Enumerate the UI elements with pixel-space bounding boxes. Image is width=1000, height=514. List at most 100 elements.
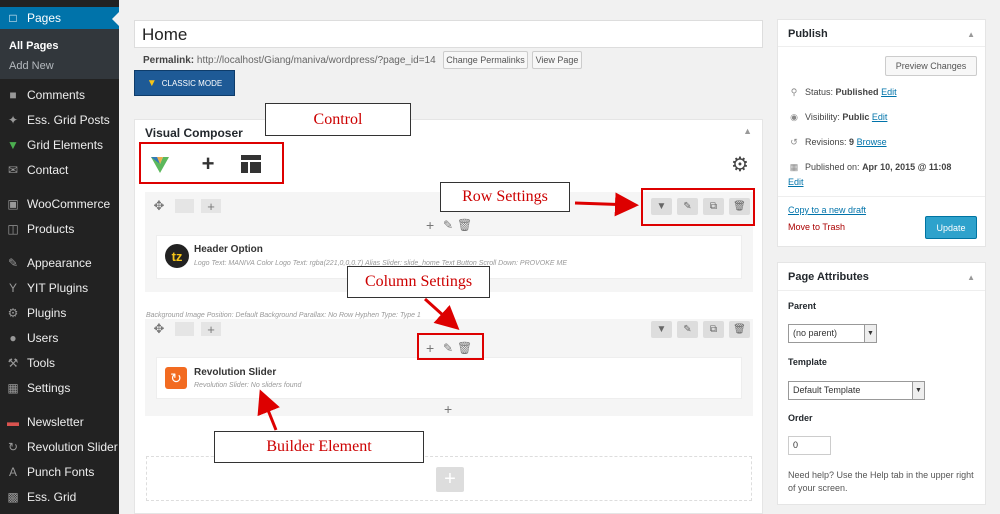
admin-sidebar: □ Pages All Pages Add New ■ Comments ✦ E… bbox=[0, 0, 119, 514]
copy-draft-link[interactable]: Copy to a new draft bbox=[788, 205, 866, 215]
font-icon: A bbox=[8, 465, 17, 479]
calendar-icon: ▦ bbox=[789, 162, 799, 172]
published-on-label: Published on: bbox=[805, 162, 860, 172]
order-input[interactable]: 0 bbox=[788, 436, 831, 455]
order-label: Order bbox=[788, 413, 813, 423]
row-layout-icon[interactable] bbox=[175, 322, 194, 336]
add-row-button[interactable]: + bbox=[436, 467, 464, 492]
divider bbox=[778, 290, 985, 291]
woo-icon: ▣ bbox=[7, 197, 19, 211]
update-button[interactable]: Update bbox=[925, 216, 977, 239]
submenu-add-new[interactable]: Add New bbox=[9, 60, 54, 72]
page-title-input[interactable]: Home bbox=[134, 20, 763, 48]
collapse-arrow-icon[interactable]: ▲ bbox=[743, 126, 752, 136]
visibility-edit-link[interactable]: Edit bbox=[872, 112, 888, 122]
user-icon: ● bbox=[9, 331, 17, 345]
eye-icon: ◉ bbox=[790, 112, 798, 122]
menu-label: Products bbox=[27, 222, 75, 236]
menu-item-comments[interactable]: ■ Comments bbox=[0, 84, 119, 106]
submenu-all-pages[interactable]: All Pages bbox=[9, 40, 59, 52]
vc-logo-icon: ▼ bbox=[146, 77, 157, 89]
menu-item-ess-grid-posts[interactable]: ✦ Ess. Grid Posts bbox=[0, 109, 119, 131]
publish-title: Publish bbox=[788, 28, 828, 40]
row-clone-icon[interactable]: ⧉ bbox=[703, 321, 724, 338]
newsletter-icon: ▬ bbox=[7, 415, 19, 429]
menu-label: Grid Elements bbox=[27, 138, 104, 152]
status-edit-link[interactable]: Edit bbox=[881, 87, 897, 97]
visibility-label: Visibility: bbox=[805, 112, 840, 122]
parent-select[interactable]: (no parent) ▼ bbox=[788, 324, 877, 343]
permalink: Permalink: http://localhost/Giang/maniva… bbox=[143, 55, 436, 66]
menu-item-grid-elements[interactable]: ▼ Grid Elements bbox=[0, 134, 119, 156]
row-toggle-icon[interactable]: ▼ bbox=[651, 321, 672, 338]
view-page-button[interactable]: View Page bbox=[532, 51, 582, 69]
preview-changes-button[interactable]: Preview Changes bbox=[885, 56, 977, 76]
menu-item-punch-fonts[interactable]: A Punch Fonts bbox=[0, 461, 119, 483]
annotation-column-settings: Column Settings bbox=[347, 266, 490, 298]
pin-icon: ⚲ bbox=[790, 87, 798, 97]
row-layout-icon[interactable] bbox=[175, 199, 194, 213]
menu-item-woocommerce[interactable]: ▣ WooCommerce bbox=[0, 193, 119, 215]
yit-icon: Y bbox=[8, 281, 17, 295]
menu-item-users[interactable]: ● Users bbox=[0, 327, 119, 349]
divider bbox=[778, 46, 985, 47]
column-delete-icon[interactable]: 🗑 bbox=[457, 218, 472, 232]
published-on-edit-link[interactable]: Edit bbox=[788, 177, 804, 187]
menu-label: Pages bbox=[27, 11, 62, 25]
permalink-url[interactable]: http://localhost/Giang/maniva/wordpress/… bbox=[197, 55, 436, 66]
chevron-down-icon: ▼ bbox=[864, 325, 876, 342]
cart-icon: ◫ bbox=[7, 222, 19, 236]
column-add-icon[interactable]: + bbox=[426, 217, 434, 233]
settings-icon: ▦ bbox=[7, 381, 19, 395]
browse-link[interactable]: Browse bbox=[857, 137, 887, 147]
visibility-row: ◉ Visibility: Public Edit bbox=[788, 112, 887, 123]
publish-panel: Publish ▲ Preview Changes ⚲ Status: Publi… bbox=[777, 19, 986, 247]
menu-item-contact[interactable]: ✉ Contact bbox=[0, 159, 119, 181]
published-on-edit-row: Edit bbox=[788, 177, 804, 187]
menu-label: Plugins bbox=[27, 306, 67, 320]
row-delete-icon[interactable]: 🗑 bbox=[729, 321, 750, 338]
pages-icon: □ bbox=[9, 11, 17, 25]
menu-item-newsletter[interactable]: ▬ Newsletter bbox=[0, 411, 119, 433]
menu-item-plugins[interactable]: ⚙ Plugins bbox=[0, 302, 119, 324]
vc-logo-icon: ▼ bbox=[7, 138, 19, 152]
menu-item-ess-grid[interactable]: ▩ Ess. Grid bbox=[0, 486, 119, 508]
change-permalinks-button[interactable]: Change Permalinks bbox=[443, 51, 528, 69]
menu-label: Ess. Grid Posts bbox=[27, 113, 110, 127]
menu-item-pages[interactable]: □ Pages bbox=[0, 7, 119, 29]
add-column-icon[interactable]: + bbox=[201, 322, 221, 337]
refresh-icon: ↻ bbox=[7, 440, 19, 454]
menu-item-tools[interactable]: ⚒ Tools bbox=[0, 352, 119, 374]
menu-label: Contact bbox=[27, 163, 69, 177]
add-element-in-column-icon[interactable]: + bbox=[444, 401, 452, 417]
move-icon[interactable]: ✥ bbox=[149, 198, 169, 213]
template-label: Template bbox=[788, 357, 827, 367]
grid-icon: ▩ bbox=[7, 490, 19, 504]
menu-item-revolution-slider[interactable]: ↻ Revolution Slider bbox=[0, 436, 119, 458]
annotation-row-settings: Row Settings bbox=[440, 182, 570, 212]
add-column-icon[interactable]: + bbox=[201, 199, 221, 214]
menu-item-yit-plugins[interactable]: Y YIT Plugins bbox=[0, 277, 119, 299]
menu-item-appearance[interactable]: ✎ Appearance bbox=[0, 252, 119, 274]
status-label: Status: bbox=[805, 87, 834, 97]
move-icon[interactable]: ✥ bbox=[149, 321, 169, 336]
history-icon: ↺ bbox=[790, 137, 798, 147]
move-to-trash-link[interactable]: Move to Trash bbox=[788, 222, 845, 232]
menu-label: Revolution Slider bbox=[27, 440, 118, 454]
row-edit-icon[interactable]: ✎ bbox=[677, 321, 698, 338]
template-select-value: Default Template bbox=[793, 385, 861, 395]
template-select[interactable]: Default Template ▼ bbox=[788, 381, 925, 400]
page-attributes-title: Page Attributes bbox=[788, 271, 869, 283]
collapse-arrow-icon[interactable]: ▲ bbox=[967, 273, 975, 282]
settings-gear-icon[interactable]: ⚙ bbox=[729, 151, 751, 177]
classic-mode-button[interactable]: ▼ CLASSIC MODE bbox=[134, 70, 235, 96]
menu-item-products[interactable]: ◫ Products bbox=[0, 218, 119, 240]
menu-item-settings[interactable]: ▦ Settings bbox=[0, 377, 119, 399]
parent-label: Parent bbox=[788, 301, 817, 311]
menu-label: Newsletter bbox=[27, 415, 84, 429]
visibility-value: Public bbox=[842, 112, 870, 122]
collapse-arrow-icon[interactable]: ▲ bbox=[967, 30, 975, 39]
element-revolution-slider[interactable]: ↻ Revolution Slider Revolution Slider: N… bbox=[156, 357, 742, 399]
column-edit-icon[interactable]: ✎ bbox=[443, 218, 453, 232]
active-menu-arrow bbox=[112, 12, 119, 26]
